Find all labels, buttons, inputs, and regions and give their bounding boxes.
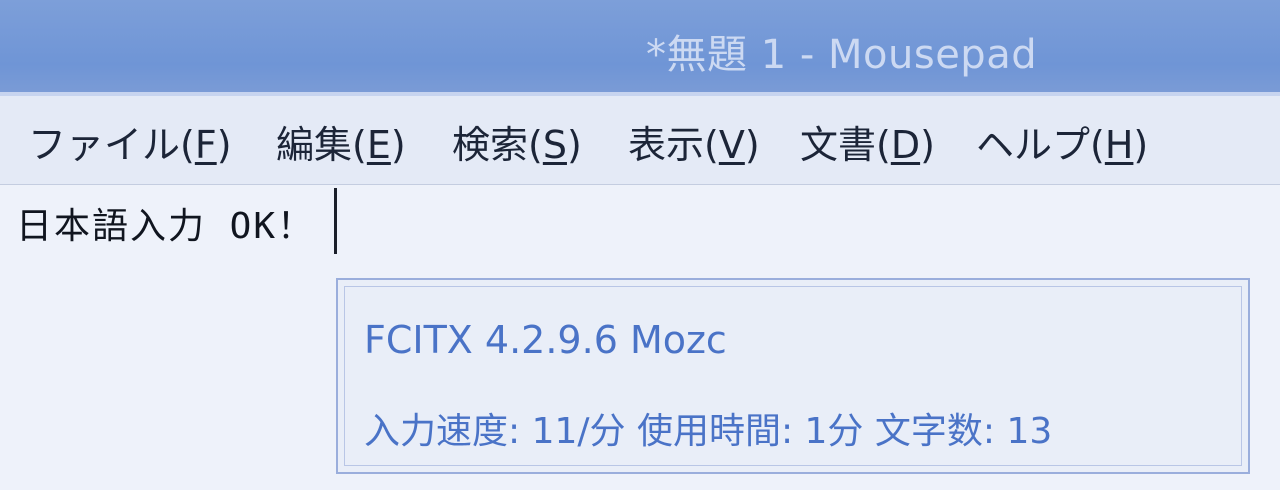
menu-document-close: ) xyxy=(920,123,935,167)
menu-search-label: 検索( xyxy=(452,123,543,167)
menu-search-mnemonic: S xyxy=(542,123,567,167)
ime-status-popup: FCITX 4.2.9.6 Mozc 入力速度: 11/分 使用時間: 1分 文… xyxy=(336,278,1250,474)
editor-text-line: 日本語入力 OK！ xyxy=(16,206,316,247)
menu-edit[interactable]: 編集(E) xyxy=(276,114,406,169)
window-title: *無題 1 - Mousepad xyxy=(646,32,1038,78)
mousepad-window: *無題 1 - Mousepad ファイル(F) 編集(E) 検索(S) 表示(… xyxy=(0,0,1280,490)
menu-view-close: ) xyxy=(744,123,760,167)
menu-help-close: ) xyxy=(1133,123,1149,167)
menu-help-mnemonic: H xyxy=(1104,123,1134,167)
menu-file-close: ) xyxy=(216,123,232,167)
menu-view-label: 表示( xyxy=(628,123,719,167)
menu-view-mnemonic: V xyxy=(718,123,745,167)
ime-name: FCITX 4.2.9.6 Mozc xyxy=(364,318,727,362)
menu-search-close: ) xyxy=(566,123,582,167)
menu-edit-close: ) xyxy=(390,123,406,167)
menu-document[interactable]: 文書(D) xyxy=(800,114,935,169)
menu-file-mnemonic: F xyxy=(194,123,217,167)
menu-file[interactable]: ファイル(F) xyxy=(28,114,232,169)
menu-edit-label: 編集( xyxy=(276,123,367,167)
menu-help-label: ヘルプ( xyxy=(976,123,1105,167)
ime-typing-stats: 入力速度: 11/分 使用時間: 1分 文字数: 13 xyxy=(364,411,1053,452)
menu-bar: ファイル(F) 編集(E) 検索(S) 表示(V) 文書(D) ヘルプ(H) xyxy=(0,96,1280,185)
menu-document-label: 文書( xyxy=(800,123,891,167)
menu-edit-mnemonic: E xyxy=(366,123,391,167)
title-bar[interactable]: *無題 1 - Mousepad xyxy=(0,0,1280,96)
text-cursor xyxy=(334,188,337,254)
menu-help[interactable]: ヘルプ(H) xyxy=(976,114,1148,169)
menu-file-label: ファイル( xyxy=(28,123,195,167)
menu-view[interactable]: 表示(V) xyxy=(628,114,760,169)
menu-search[interactable]: 検索(S) xyxy=(452,114,582,169)
menu-document-mnemonic: D xyxy=(890,123,921,167)
